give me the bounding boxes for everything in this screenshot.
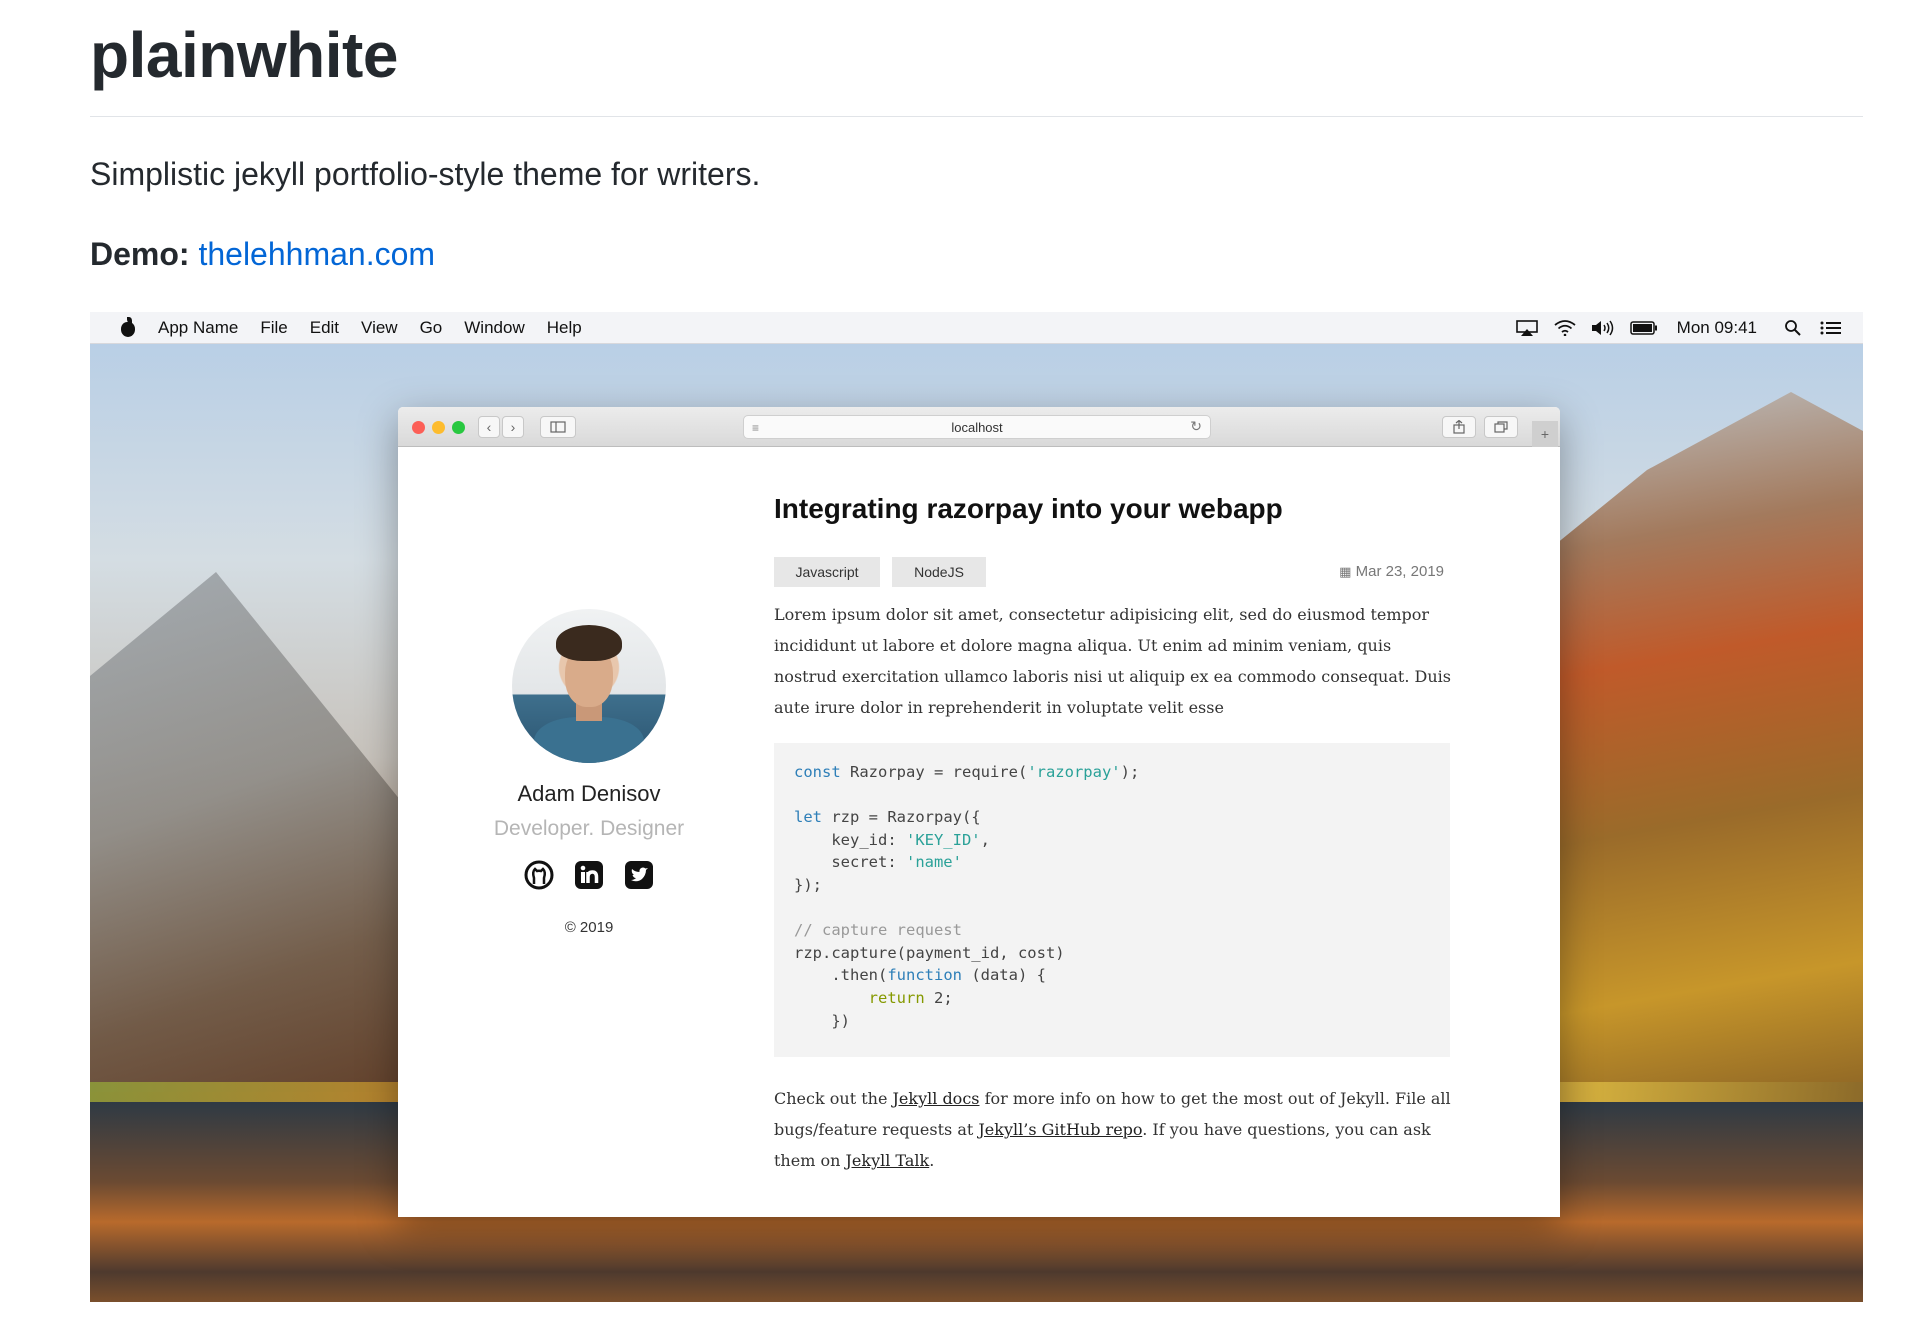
notification-center-icon[interactable] [1819,319,1843,337]
code-token: key_id: [794,830,906,849]
calendar-icon: ▦ [1339,564,1352,579]
wifi-icon[interactable] [1553,319,1577,337]
code-token: rzp = Razorpay({ [822,808,981,827]
menu-window[interactable]: Window [464,318,524,338]
mac-menubar: App Name File Edit View Go Window Help M… [90,312,1863,344]
code-token: 'KEY_ID' [905,830,981,849]
tag-javascript[interactable]: Javascript [774,557,880,587]
search-icon[interactable] [1781,319,1805,337]
jekyll-docs-link[interactable]: Jekyll docs [893,1089,980,1108]
profile-name: Adam Denisov [517,781,661,806]
code-token: 'name' [905,853,962,872]
demo-link[interactable]: thelehhman.com [198,236,435,272]
code-token: , [980,830,990,849]
code-token: ); [1120,763,1140,781]
menu-edit[interactable]: Edit [310,318,339,338]
code-token: rzp.capture(payment_id, cost) [794,943,1065,962]
zoom-window-button[interactable] [452,421,465,434]
airplay-icon[interactable] [1515,319,1539,337]
reader-icon[interactable]: ≡ [752,421,759,435]
twitter-icon[interactable] [623,859,655,891]
code-block: const Razorpay = require('razorpay'); le… [774,743,1450,1057]
browser-window: ‹ › ≡ localhost ↻ + Adam Denisov Develop… [398,407,1560,1217]
code-token: 2; [924,988,953,1007]
share-icon[interactable] [1442,416,1476,438]
battery-icon[interactable] [1629,319,1659,337]
avatar [512,609,666,763]
menu-app-name[interactable]: App Name [158,318,238,338]
menubar-clock[interactable]: Mon 09:41 [1677,318,1757,338]
outro-text: . [929,1151,935,1170]
linkedin-icon[interactable] [573,859,605,891]
post-title[interactable]: Integrating razorpay into your webapp [774,493,1283,525]
title-divider [90,116,1863,117]
code-token: Razorpay = require( [840,763,1028,781]
post-outro: Check out the Jekyll docs for more info … [774,1083,1454,1176]
jekyll-github-link[interactable]: Jekyll’s GitHub repo [978,1120,1142,1139]
new-tab-icon[interactable]: + [1532,421,1558,447]
code-token: const [794,763,841,781]
apple-icon[interactable] [118,317,138,339]
volume-icon[interactable] [1591,319,1615,337]
code-token: let [794,808,822,827]
code-token: .then( [794,966,888,985]
menu-view[interactable]: View [361,318,398,338]
social-links [398,859,780,891]
browser-titlebar: ‹ › ≡ localhost ↻ + [398,407,1560,447]
demo-label: Demo: [90,236,190,272]
menu-help[interactable]: Help [547,318,582,338]
back-icon[interactable]: ‹ [478,416,500,438]
github-icon[interactable] [523,859,555,891]
outro-text: Check out the [774,1089,893,1108]
tabs-overview-icon[interactable] [1484,416,1518,438]
reload-icon[interactable]: ↻ [1190,418,1202,435]
forward-icon[interactable]: › [502,416,524,438]
close-window-button[interactable] [412,421,425,434]
code-token: }); [794,875,822,894]
jekyll-talk-link[interactable]: Jekyll Talk [845,1151,929,1170]
tag-nodejs[interactable]: NodeJS [892,557,986,587]
code-token: (data) { [961,966,1046,985]
post-date: ▦ Mar 23, 2019 [1339,563,1444,580]
code-token: secret: [794,853,906,872]
copyright-text: © 2019 [564,919,614,936]
code-token: }) [794,1011,850,1030]
address-bar[interactable]: ≡ localhost ↻ [743,415,1211,439]
page-title: plainwhite [90,19,398,91]
code-token: function [887,966,962,985]
code-token: return [868,988,925,1007]
theme-screenshot: App Name File Edit View Go Window Help M… [90,312,1863,1302]
post-intro: Lorem ipsum dolor sit amet, consectetur … [774,605,1451,717]
demo-line: Demo: thelehhman.com [90,236,435,273]
profile-role: Developer. Designer [493,817,685,840]
code-comment: // capture request [794,921,962,940]
menu-go[interactable]: Go [420,318,443,338]
description: Simplistic jekyll portfolio-style theme … [90,156,761,192]
url-text: localhost [951,419,1003,435]
code-token: 'razorpay' [1027,763,1121,781]
profile-sidebar: Adam Denisov Developer. Designer © 2019 [398,447,780,1217]
sidebar-toggle-icon[interactable] [540,416,576,438]
menu-file[interactable]: File [260,318,287,338]
minimize-window-button[interactable] [432,421,445,434]
